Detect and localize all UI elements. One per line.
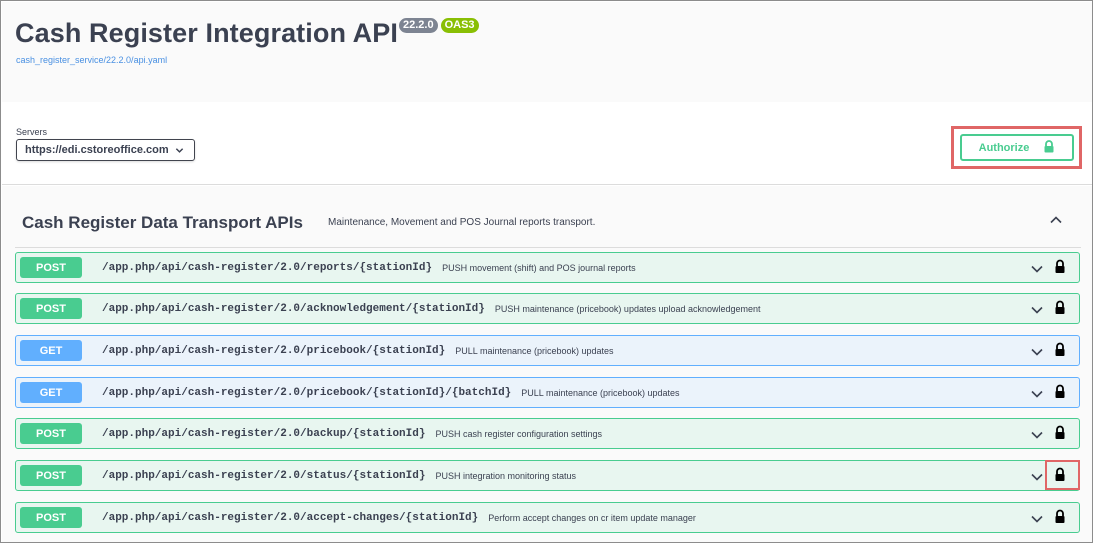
lock-icon[interactable] xyxy=(1054,509,1066,529)
oas-badge: OAS3 xyxy=(440,18,479,33)
api-info-header: Cash Register Integration API 22.2.0 OAS… xyxy=(2,2,1092,102)
servers-label: Servers xyxy=(16,127,48,137)
operation-path: /app.php/api/cash-register/2.0/backup/{s… xyxy=(102,427,426,440)
lock-icon[interactable] xyxy=(1054,384,1066,404)
method-badge: GET xyxy=(20,340,82,361)
operation-path: /app.php/api/cash-register/2.0/acknowled… xyxy=(102,302,485,315)
tag-description: Maintenance, Movement and POS Journal re… xyxy=(328,217,596,228)
operation-path: /app.php/api/cash-register/2.0/accept-ch… xyxy=(102,511,479,524)
operation-path: /app.php/api/cash-register/2.0/status/{s… xyxy=(102,469,426,482)
server-select[interactable]: https://edi.cstoreoffice.com xyxy=(16,139,195,161)
lock-icon[interactable] xyxy=(1054,259,1066,279)
chevron-down-icon[interactable] xyxy=(1030,387,1044,406)
operation-summary: PUSH movement (shift) and POS journal re… xyxy=(442,262,636,273)
operation-row[interactable]: POST/app.php/api/cash-register/2.0/ackno… xyxy=(15,293,1080,324)
swagger-ui-page: Cash Register Integration API 22.2.0 OAS… xyxy=(0,0,1093,543)
chevron-down-icon xyxy=(175,146,184,158)
operation-row[interactable]: GET/app.php/api/cash-register/2.0/priceb… xyxy=(15,377,1080,408)
api-title: Cash Register Integration API xyxy=(15,18,398,48)
operation-row[interactable]: POST/app.php/api/cash-register/2.0/backu… xyxy=(15,418,1080,449)
authorize-label: Authorize xyxy=(978,141,1030,154)
operation-summary: PULL maintenance (pricebook) updates xyxy=(521,387,680,398)
method-badge: POST xyxy=(20,257,82,278)
operation-summary: PUSH maintenance (pricebook) updates upl… xyxy=(494,303,761,314)
api-badges: 22.2.0 OAS3 xyxy=(399,18,479,33)
operation-row[interactable]: POST/app.php/api/cash-register/2.0/statu… xyxy=(15,460,1080,491)
method-badge: POST xyxy=(20,298,82,319)
lock-icon xyxy=(1043,139,1055,156)
chevron-down-icon[interactable] xyxy=(1030,428,1044,447)
version-badge: 22.2.0 xyxy=(399,18,438,33)
method-badge: POST xyxy=(20,507,82,528)
method-badge: POST xyxy=(20,423,82,444)
chevron-down-icon[interactable] xyxy=(1030,345,1044,364)
authorize-button[interactable]: Authorize xyxy=(960,134,1074,161)
operation-row[interactable]: GET/app.php/api/cash-register/2.0/priceb… xyxy=(15,335,1080,366)
chevron-down-icon[interactable] xyxy=(1030,470,1044,489)
operation-path: /app.php/api/cash-register/2.0/pricebook… xyxy=(102,386,512,399)
method-badge: POST xyxy=(20,465,82,486)
chevron-down-icon[interactable] xyxy=(1030,512,1044,531)
tag-title: Cash Register Data Transport APIs xyxy=(22,213,303,232)
operation-summary: PUSH cash register configuration setting… xyxy=(435,428,603,439)
tag-header[interactable]: Cash Register Data Transport APIs Mainte… xyxy=(15,210,1081,248)
lock-highlight-box xyxy=(1045,460,1080,490)
scheme-container: Servers https://edi.cstoreoffice.com Aut… xyxy=(2,102,1092,185)
chevron-down-icon[interactable] xyxy=(1030,303,1044,322)
chevron-up-icon[interactable] xyxy=(1049,213,1063,232)
spec-file-link[interactable]: cash_register_service/22.2.0/api.yaml xyxy=(16,55,167,65)
lock-icon[interactable] xyxy=(1054,342,1066,362)
chevron-down-icon[interactable] xyxy=(1030,262,1044,281)
operation-path: /app.php/api/cash-register/2.0/pricebook… xyxy=(102,344,446,357)
operation-path: /app.php/api/cash-register/2.0/reports/{… xyxy=(102,261,433,274)
operation-summary: PULL maintenance (pricebook) updates xyxy=(455,345,614,356)
server-select-value: https://edi.cstoreoffice.com xyxy=(25,144,169,156)
lock-icon[interactable] xyxy=(1054,425,1066,445)
operation-row[interactable]: POST/app.php/api/cash-register/2.0/accep… xyxy=(15,502,1080,533)
operation-summary: Perform accept changes on cr item update… xyxy=(488,512,696,523)
lock-icon[interactable] xyxy=(1054,300,1066,320)
operation-row[interactable]: POST/app.php/api/cash-register/2.0/repor… xyxy=(15,252,1080,283)
method-badge: GET xyxy=(20,382,82,403)
operation-summary: PUSH integration monitoring status xyxy=(435,470,577,481)
